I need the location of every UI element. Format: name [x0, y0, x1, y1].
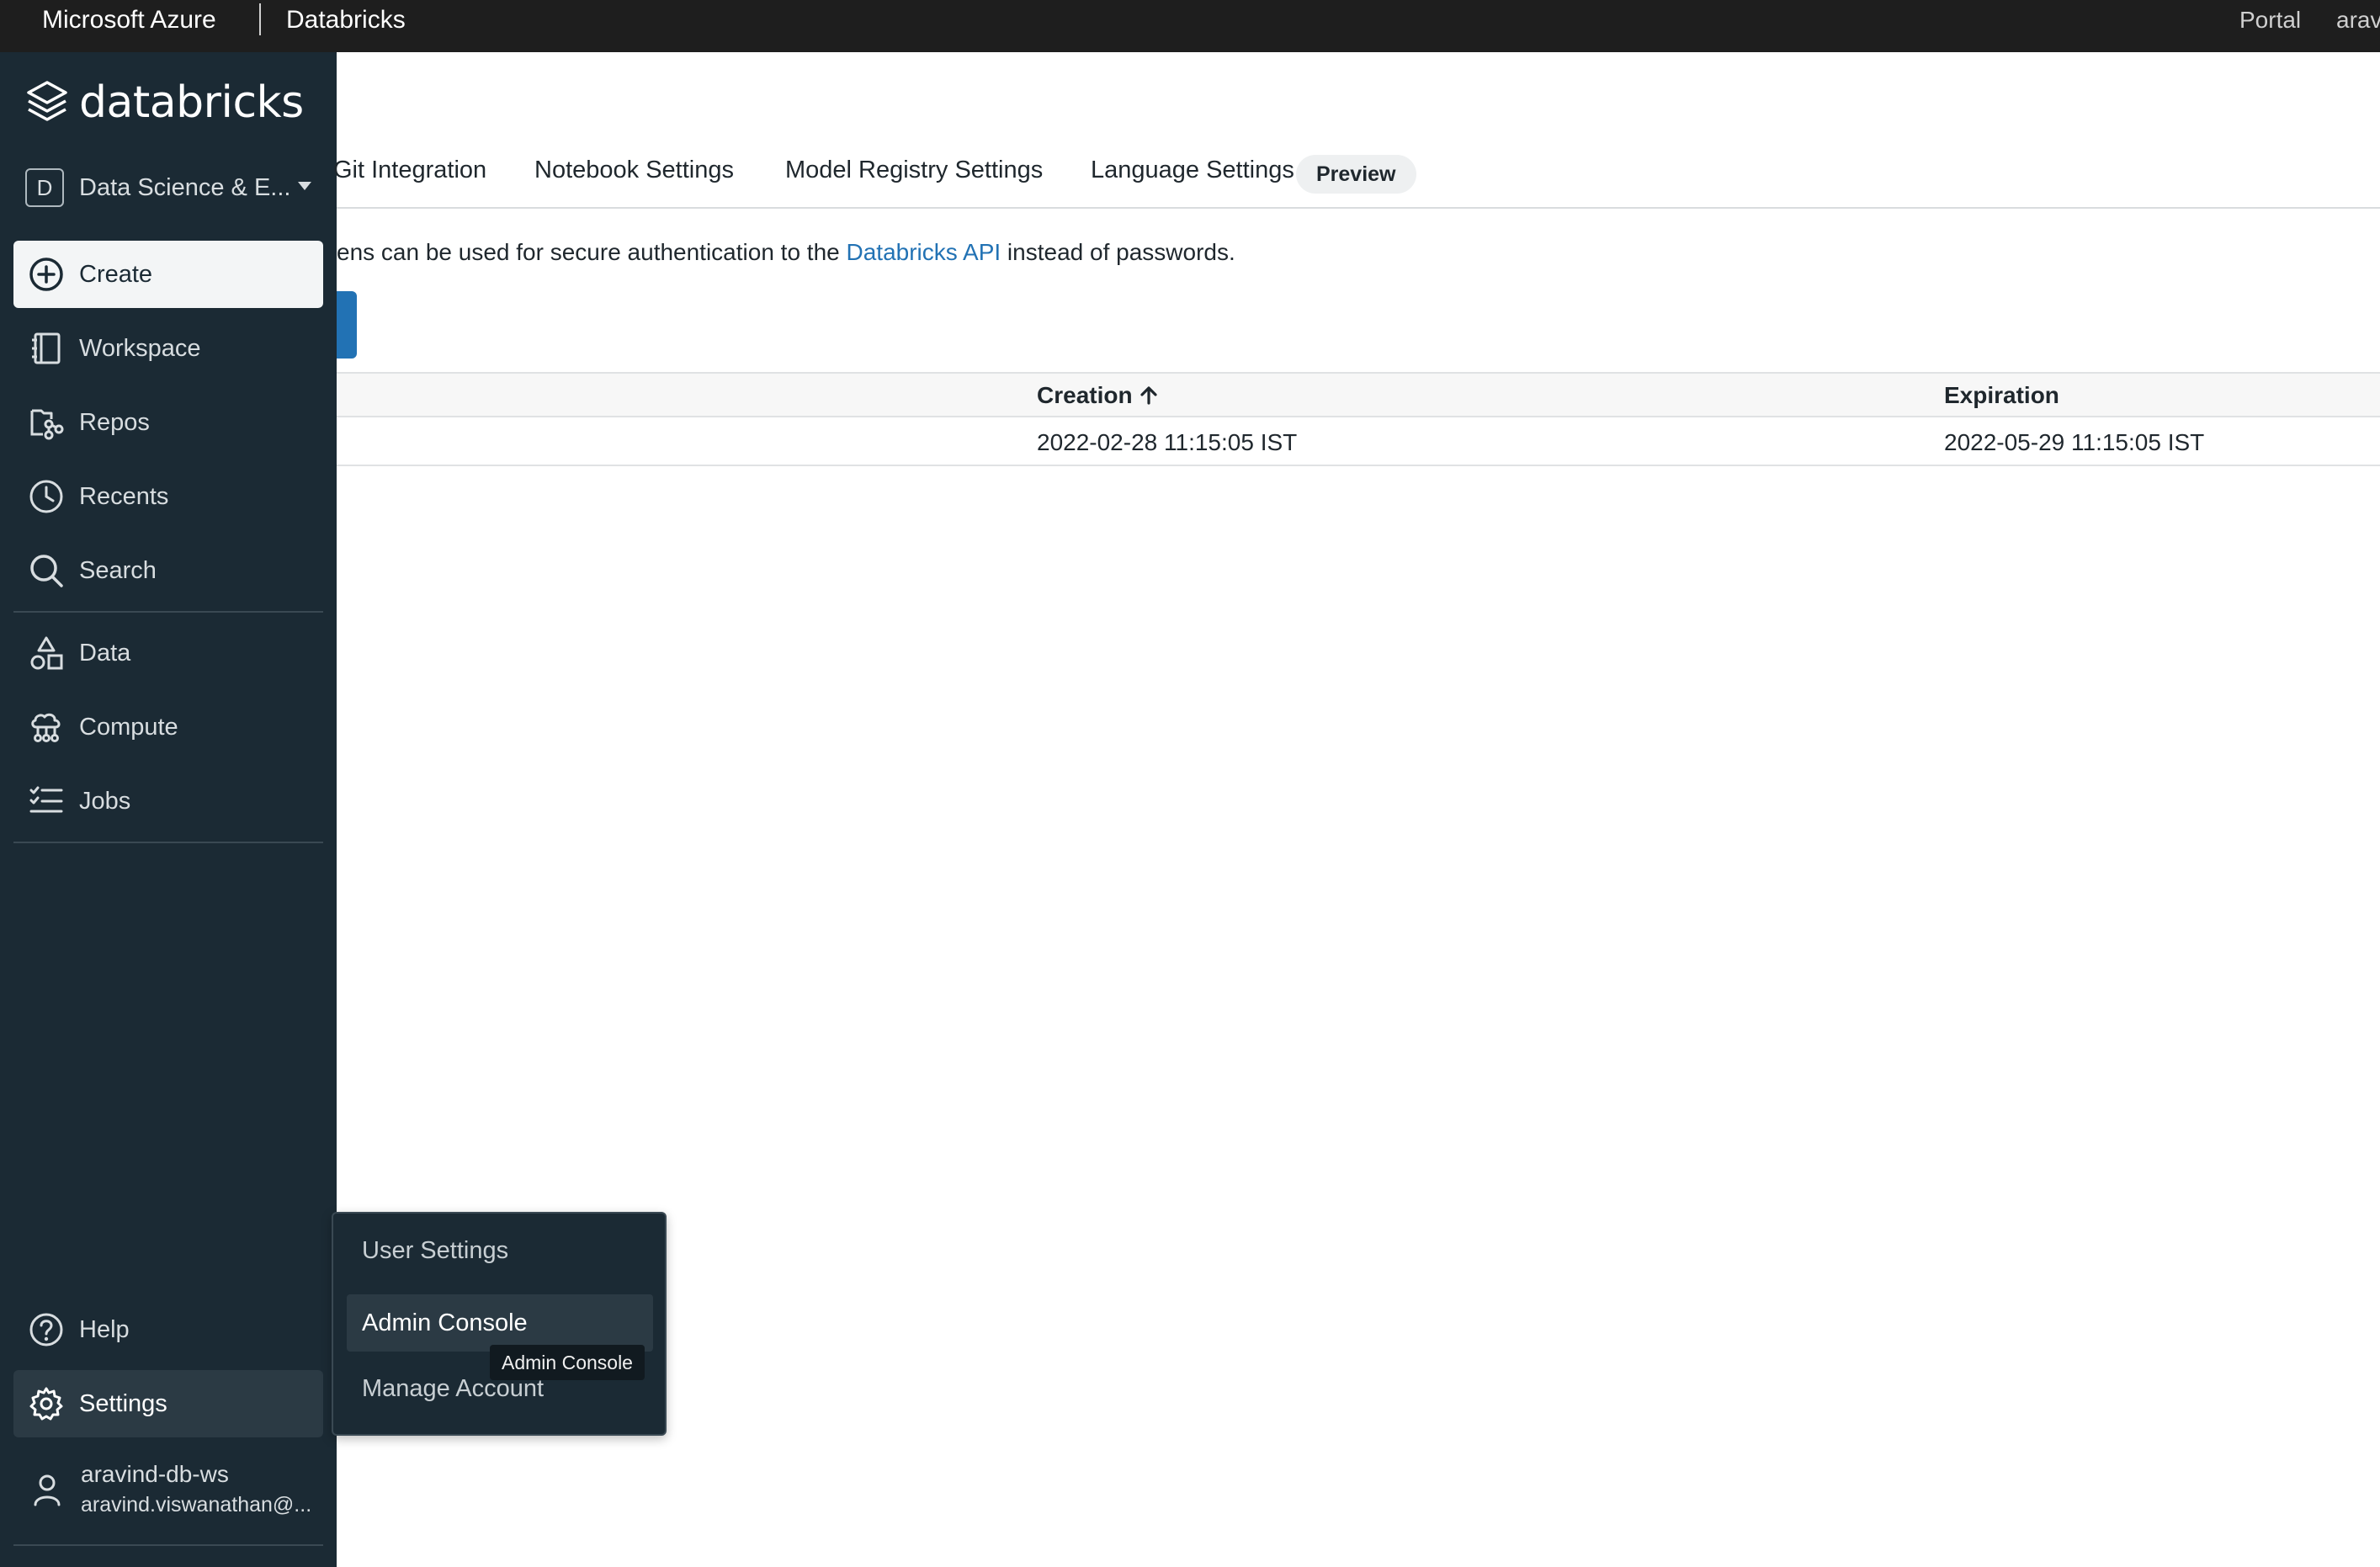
tab-model-registry-settings[interactable]: Model Registry Settings — [785, 157, 1043, 184]
repos-icon — [27, 403, 66, 442]
menu-item-admin-console[interactable]: Admin Console — [347, 1294, 653, 1352]
data-shapes-icon — [27, 634, 66, 672]
expiration-header-label: Expiration — [1944, 382, 2059, 408]
topbar-separator — [259, 3, 261, 35]
table-row: 2022-02-28 11:15:05 IST 2022-05-29 11:15… — [337, 417, 2380, 466]
sidebar-item-label: Jobs — [79, 787, 131, 815]
sidebar-item-label: Compute — [79, 713, 178, 741]
sidebar-item-recents[interactable]: Recents — [13, 463, 323, 530]
workspace-icon — [27, 329, 66, 368]
logo-text: databricks — [79, 77, 304, 128]
arrow-up-icon — [1140, 386, 1157, 405]
sidebar-item-label: Search — [79, 556, 157, 584]
user-icon — [34, 1474, 61, 1506]
sidebar: databricks D Data Science & E... Create … — [0, 52, 337, 1567]
sidebar-item-search[interactable]: Search — [13, 537, 323, 604]
creation-header-label: Creation — [1037, 382, 1133, 408]
sidebar-divider — [13, 1544, 323, 1546]
generate-token-button[interactable] — [337, 291, 357, 359]
clock-icon — [27, 477, 66, 516]
user-email: aravind.viswanathan@... — [81, 1493, 312, 1517]
create-label: Create — [79, 260, 153, 288]
product-name[interactable]: Databricks — [286, 5, 406, 35]
sidebar-item-label: Data — [79, 639, 131, 667]
help-label: Help — [79, 1315, 130, 1343]
admin-console-tooltip: Admin Console — [490, 1345, 645, 1380]
gear-icon — [27, 1384, 66, 1423]
tab-git-integration[interactable]: Git Integration — [333, 157, 486, 184]
description-text: ens can be used for secure authenticatio… — [337, 239, 847, 265]
databricks-api-link[interactable]: Databricks API — [847, 239, 1001, 265]
persona-badge: D — [25, 168, 64, 207]
tab-notebook-settings[interactable]: Notebook Settings — [534, 157, 734, 184]
tab-language-settings[interactable]: Language Settings — [1091, 157, 1294, 184]
user-menu[interactable]: arav — [2336, 5, 2380, 35]
sidebar-item-label: Recents — [79, 482, 169, 510]
persona-label: Data Science & E... — [79, 173, 291, 201]
preview-badge: Preview — [1296, 155, 1416, 194]
azure-top-bar: Microsoft Azure Databricks Portal arav — [0, 0, 2380, 52]
databricks-logo-icon — [27, 81, 67, 121]
settings-menu: User Settings Admin Console Manage Accou… — [332, 1212, 667, 1436]
sidebar-item-compute[interactable]: Compute — [13, 693, 323, 761]
workspace-name: aravind-db-ws — [81, 1461, 229, 1487]
sidebar-item-workspace[interactable]: Workspace — [13, 315, 323, 382]
sidebar-item-settings[interactable]: Settings — [13, 1370, 323, 1437]
caret-down-icon — [298, 182, 311, 190]
azure-brand[interactable]: Microsoft Azure — [42, 5, 216, 35]
sidebar-item-help[interactable]: Help — [13, 1296, 323, 1363]
account-switcher[interactable]: aravind-db-ws aravind.viswanathan@... — [25, 1454, 320, 1530]
sidebar-divider — [13, 611, 323, 613]
sidebar-item-data[interactable]: Data — [13, 619, 323, 687]
tokens-table-header: Creation Expiration — [337, 372, 2380, 417]
sidebar-item-repos[interactable]: Repos — [13, 389, 323, 456]
menu-item-user-settings[interactable]: User Settings — [347, 1222, 653, 1279]
help-circle-icon — [27, 1310, 66, 1349]
sidebar-item-label: Workspace — [79, 334, 201, 362]
settings-label: Settings — [79, 1389, 167, 1417]
sidebar-item-label: Repos — [79, 408, 150, 436]
create-button[interactable]: Create — [13, 241, 323, 308]
sidebar-divider — [13, 842, 323, 843]
persona-switcher[interactable]: D Data Science & E... — [25, 163, 311, 212]
sidebar-item-jobs[interactable]: Jobs — [13, 768, 323, 835]
cloud-compute-icon — [27, 708, 66, 746]
tokens-description: ens can be used for secure authenticatio… — [337, 239, 1235, 266]
expiration-column-header[interactable]: Expiration — [1944, 382, 2059, 409]
creation-column-header[interactable]: Creation — [1037, 382, 1160, 409]
search-icon — [27, 551, 66, 590]
jobs-list-icon — [27, 782, 66, 821]
plus-circle-icon — [27, 255, 66, 294]
portal-link[interactable]: Portal — [2239, 5, 2301, 35]
databricks-logo[interactable]: databricks — [25, 76, 304, 130]
expiration-cell: 2022-05-29 11:15:05 IST — [1944, 429, 2205, 455]
description-text-end: instead of passwords. — [1001, 239, 1235, 265]
creation-cell: 2022-02-28 11:15:05 IST — [1037, 429, 1298, 455]
